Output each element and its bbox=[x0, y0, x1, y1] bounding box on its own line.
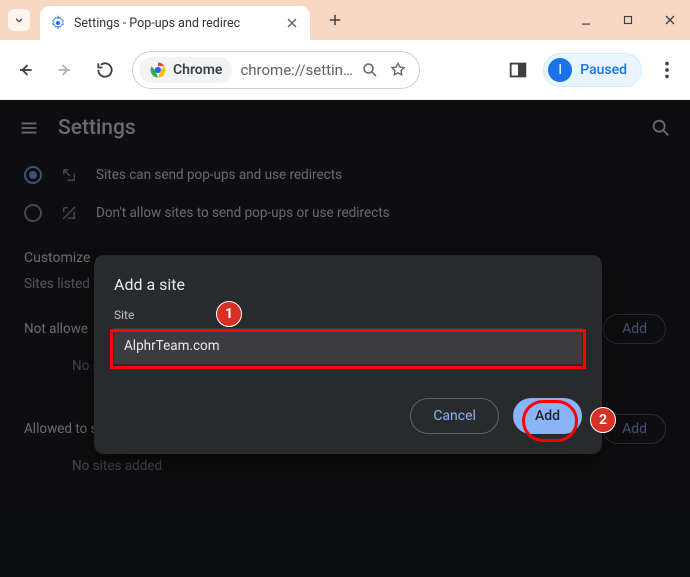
minimize-icon bbox=[579, 13, 593, 27]
window-controls bbox=[574, 0, 682, 40]
tab-search-button[interactable] bbox=[8, 9, 30, 31]
profile-status: Paused bbox=[580, 62, 627, 78]
site-chip-label: Chrome bbox=[173, 62, 222, 78]
plus-icon bbox=[326, 11, 344, 29]
menu-button[interactable] bbox=[656, 59, 678, 81]
arrow-right-icon bbox=[55, 60, 75, 80]
browser-toolbar: Chrome chrome://settin… I Paused bbox=[0, 40, 690, 100]
url-text: chrome://settin… bbox=[240, 61, 353, 79]
reload-button[interactable] bbox=[92, 57, 118, 83]
back-button[interactable] bbox=[12, 57, 38, 83]
dialog-field-label: Site bbox=[114, 308, 582, 322]
reload-icon bbox=[95, 60, 115, 80]
new-tab-button[interactable] bbox=[324, 9, 346, 31]
address-bar[interactable]: Chrome chrome://settin… bbox=[132, 51, 420, 89]
cancel-button[interactable]: Cancel bbox=[410, 398, 499, 434]
side-panel-icon[interactable] bbox=[507, 59, 529, 81]
site-input[interactable] bbox=[114, 328, 582, 364]
settings-page: Settings Sites can send pop-ups and use … bbox=[0, 100, 690, 577]
dialog-title: Add a site bbox=[114, 275, 582, 294]
add-button[interactable]: Add bbox=[513, 398, 582, 434]
maximize-button[interactable] bbox=[616, 8, 640, 32]
close-icon[interactable] bbox=[284, 15, 300, 31]
chevron-down-icon bbox=[12, 13, 26, 27]
maximize-icon bbox=[621, 13, 635, 27]
browser-tab[interactable]: Settings - Pop-ups and redirec bbox=[40, 6, 310, 40]
window-titlebar: Settings - Pop-ups and redirec bbox=[0, 0, 690, 40]
zoom-icon[interactable] bbox=[361, 61, 379, 79]
add-site-dialog: Add a site Site Cancel Add bbox=[94, 255, 602, 454]
profile-button[interactable]: I Paused bbox=[543, 53, 642, 87]
close-window-button[interactable] bbox=[658, 8, 682, 32]
arrow-left-icon bbox=[15, 60, 35, 80]
chrome-logo-icon bbox=[149, 61, 167, 79]
forward-button[interactable] bbox=[52, 57, 78, 83]
bookmark-star-icon[interactable] bbox=[389, 61, 407, 79]
annotation-badge-1: 1 bbox=[216, 301, 242, 327]
dialog-actions: Cancel Add bbox=[114, 398, 582, 434]
avatar: I bbox=[548, 58, 572, 82]
site-chip[interactable]: Chrome bbox=[139, 57, 232, 83]
gear-icon bbox=[50, 15, 66, 31]
tab-title: Settings - Pop-ups and redirec bbox=[74, 16, 276, 31]
annotation-badge-2: 2 bbox=[590, 407, 616, 433]
close-icon bbox=[662, 12, 678, 28]
minimize-button[interactable] bbox=[574, 8, 598, 32]
